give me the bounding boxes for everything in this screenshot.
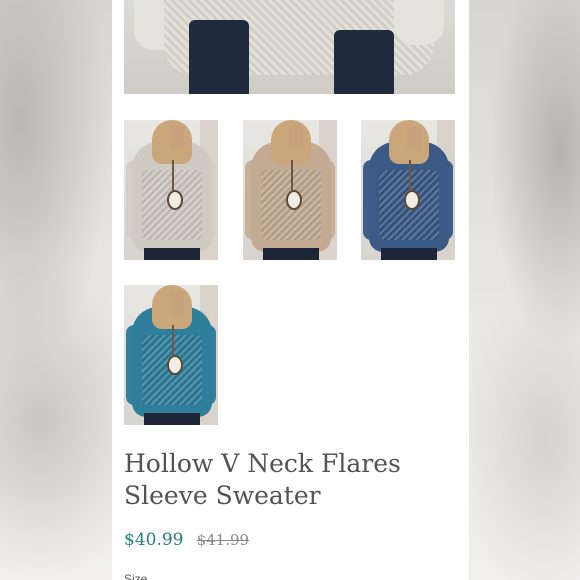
- thumbnail-teal-blue[interactable]: [124, 285, 218, 425]
- product-title-line1: Hollow V Neck Flares: [124, 449, 401, 478]
- product-title-line2: Sleeve Sweater: [124, 481, 321, 510]
- thumbnail-navy-blue[interactable]: [361, 120, 455, 260]
- thumbnail-light-gray[interactable]: [124, 120, 218, 260]
- hero-jeans-left: [189, 20, 249, 94]
- original-price: $41.99: [196, 531, 250, 549]
- hero-sleeve-right: [394, 0, 444, 45]
- sale-price: $40.99: [124, 530, 184, 550]
- product-title: Hollow V Neck Flares Sleeve Sweater: [124, 448, 454, 512]
- hero-jeans-right: [334, 30, 394, 94]
- size-label: Size: [124, 572, 148, 580]
- main-product-image[interactable]: [124, 0, 455, 94]
- thumbnail-khaki[interactable]: [243, 120, 337, 260]
- price-row: $40.99 $41.99: [124, 530, 249, 552]
- product-page: Hollow V Neck Flares Sleeve Sweater $40.…: [112, 0, 469, 580]
